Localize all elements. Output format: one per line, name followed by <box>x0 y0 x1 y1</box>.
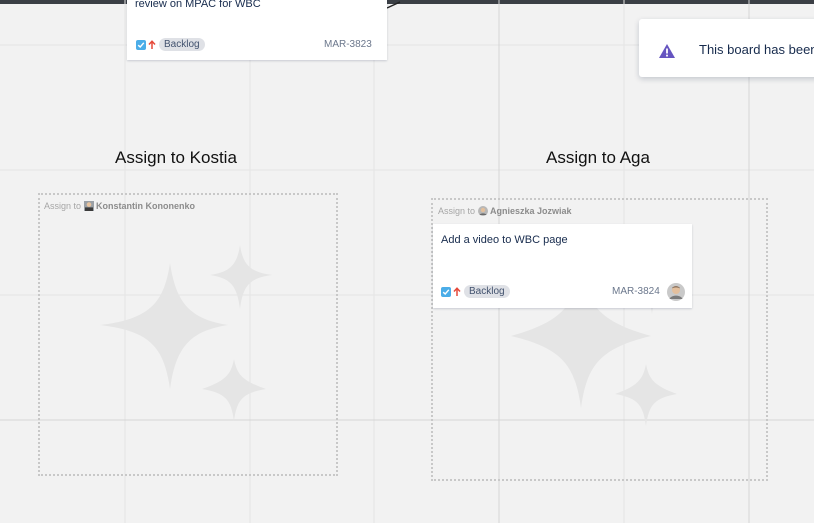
checkbox-icon <box>441 286 451 297</box>
banner-message: This board has been <box>699 42 814 57</box>
assignee-name: Konstantin Kononenko <box>96 201 196 211</box>
issue-card-title: Add a video to WBC page <box>441 234 568 246</box>
connector-arrow[interactable] <box>386 0 406 10</box>
warning-triangle-icon <box>659 44 675 58</box>
issue-key[interactable]: MAR-3823 <box>324 39 372 50</box>
section-heading-aga: Assign to Aga <box>546 148 650 167</box>
checkbox-icon <box>136 39 146 50</box>
issue-card-mar-3824[interactable]: Add a video to WBC page Backlog MAR-3824 <box>433 224 692 308</box>
notification-banner[interactable]: This board has been <box>639 19 814 77</box>
assign-to-prefix: Assign to <box>44 201 82 211</box>
frame-assignee-label: Assign to Konstantin Kononenko <box>44 201 195 211</box>
assign-to-prefix: Assign to <box>438 206 476 216</box>
status-lozenge[interactable]: Backlog <box>464 285 510 298</box>
assignee-avatar-icon <box>478 206 489 216</box>
section-heading-kostia: Assign to Kostia <box>115 148 237 167</box>
user-avatar[interactable] <box>667 283 685 301</box>
status-lozenge[interactable]: Backlog <box>159 38 205 51</box>
sparkle-placeholder-icon <box>100 245 272 421</box>
issue-card-mar-3823[interactable]: review on MPAC for WBC Backlog MAR-3823 <box>127 0 387 60</box>
frame-assignee-label: Assign to Agnieszka Jozwiak <box>438 206 572 216</box>
priority-high-arrow-icon <box>148 39 156 50</box>
issue-key[interactable]: MAR-3824 <box>612 286 660 297</box>
top-toolbar-strip <box>0 0 814 4</box>
issue-card-title: review on MPAC for WBC <box>135 0 261 10</box>
assignee-name: Agnieszka Jozwiak <box>490 206 572 216</box>
priority-high-arrow-icon <box>453 286 461 297</box>
issue-card-footer: Backlog <box>441 285 510 298</box>
issue-card-footer: Backlog <box>136 38 205 51</box>
assignee-avatar-icon <box>84 201 95 211</box>
